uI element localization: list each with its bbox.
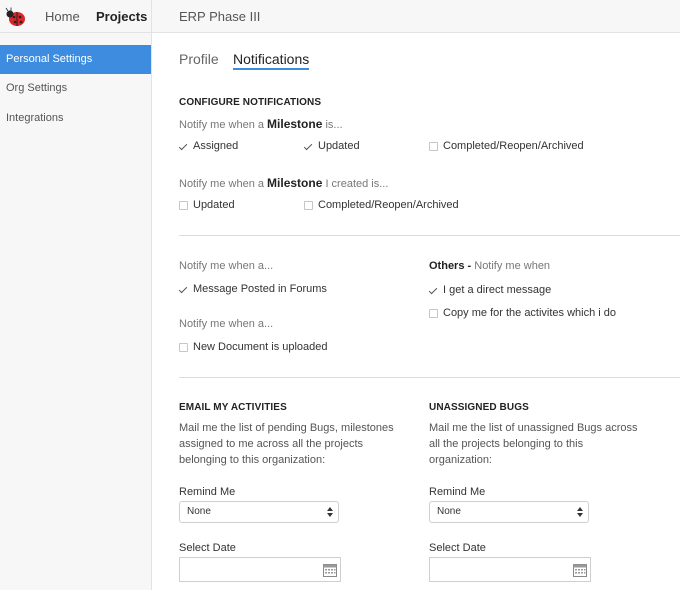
- top-bar: Home Projects ERP Phase III: [0, 0, 680, 33]
- created-milestone-hint: Notify me when a Milestone I created is.…: [179, 176, 389, 190]
- email-date-input[interactable]: [179, 557, 341, 582]
- tab-profile[interactable]: Profile: [179, 51, 219, 67]
- sidebar-item-org-settings[interactable]: Org Settings: [0, 74, 151, 103]
- document-uploaded-checkbox[interactable]: New Document is uploaded: [179, 341, 328, 353]
- unassigned-date-input[interactable]: [429, 557, 591, 582]
- project-name[interactable]: ERP Phase III: [179, 9, 260, 24]
- unassigned-bugs-description: Mail me the list of unassigned Bugs acro…: [429, 422, 638, 466]
- calendar-icon[interactable]: [323, 563, 337, 577]
- updated-checkbox[interactable]: Updated: [304, 140, 360, 152]
- checkbox-box[interactable]: [179, 342, 188, 352]
- checkbox-box[interactable]: [179, 285, 188, 294]
- checkbox-box[interactable]: [429, 286, 438, 295]
- email-activities-description: Mail me the list of pending Bugs, milest…: [179, 422, 394, 466]
- select-arrows-icon: [577, 507, 583, 517]
- select-arrows-icon: [327, 507, 333, 517]
- sidebar-item-personal-settings[interactable]: Personal Settings: [0, 45, 151, 74]
- checkbox-box[interactable]: [179, 200, 188, 210]
- forum-message-checkbox[interactable]: Message Posted in Forums: [179, 283, 327, 295]
- created-updated-checkbox[interactable]: Updated: [179, 199, 235, 211]
- divider: [179, 235, 680, 236]
- forum-hint: Notify me when a...: [179, 260, 274, 272]
- nav-home-link[interactable]: Home: [45, 9, 80, 24]
- created-completed-checkbox[interactable]: Completed/Reopen/Archived: [304, 199, 459, 211]
- sidebar-item-integrations[interactable]: Integrations: [0, 104, 151, 133]
- divider: [179, 377, 680, 378]
- email-remind-label: Remind Me: [179, 486, 236, 498]
- assigned-checkbox[interactable]: Assigned: [179, 140, 238, 152]
- configure-notifications-title: CONFIGURE NOTIFICATIONS: [179, 97, 322, 108]
- checkbox-box[interactable]: [179, 142, 188, 151]
- others-heading: Others - Notify me when: [429, 260, 551, 272]
- direct-message-checkbox[interactable]: I get a direct message: [429, 284, 551, 296]
- unassigned-remind-label: Remind Me: [429, 486, 486, 498]
- ladybug-logo-icon[interactable]: [4, 5, 28, 29]
- checkbox-box[interactable]: [304, 200, 313, 210]
- main-content: Profile Notifications CONFIGURE NOTIFICA…: [152, 33, 680, 590]
- unassigned-remind-select[interactable]: None: [429, 501, 589, 523]
- tab-notifications[interactable]: Notifications: [233, 51, 310, 70]
- checkbox-box[interactable]: [429, 141, 438, 151]
- calendar-icon[interactable]: [573, 563, 587, 577]
- document-hint: Notify me when a...: [179, 318, 274, 330]
- top-bar-nav: Home Projects: [0, 0, 152, 33]
- checkbox-box[interactable]: [304, 142, 313, 151]
- email-activities-title: EMAIL MY ACTIVITIES: [179, 402, 287, 413]
- email-remind-select[interactable]: None: [179, 501, 339, 523]
- completed-checkbox[interactable]: Completed/Reopen/Archived: [429, 140, 584, 152]
- copy-me-checkbox[interactable]: Copy me for the activites which i do: [429, 307, 616, 319]
- checkbox-box[interactable]: [429, 308, 438, 318]
- unassigned-date-label: Select Date: [429, 542, 486, 554]
- sidebar: Personal Settings Org Settings Integrati…: [0, 33, 152, 590]
- nav-projects-link[interactable]: Projects: [96, 9, 147, 24]
- unassigned-bugs-title: UNASSIGNED BUGS: [429, 402, 529, 413]
- milestone-hint: Notify me when a Milestone is...: [179, 117, 343, 131]
- email-date-label: Select Date: [179, 542, 236, 554]
